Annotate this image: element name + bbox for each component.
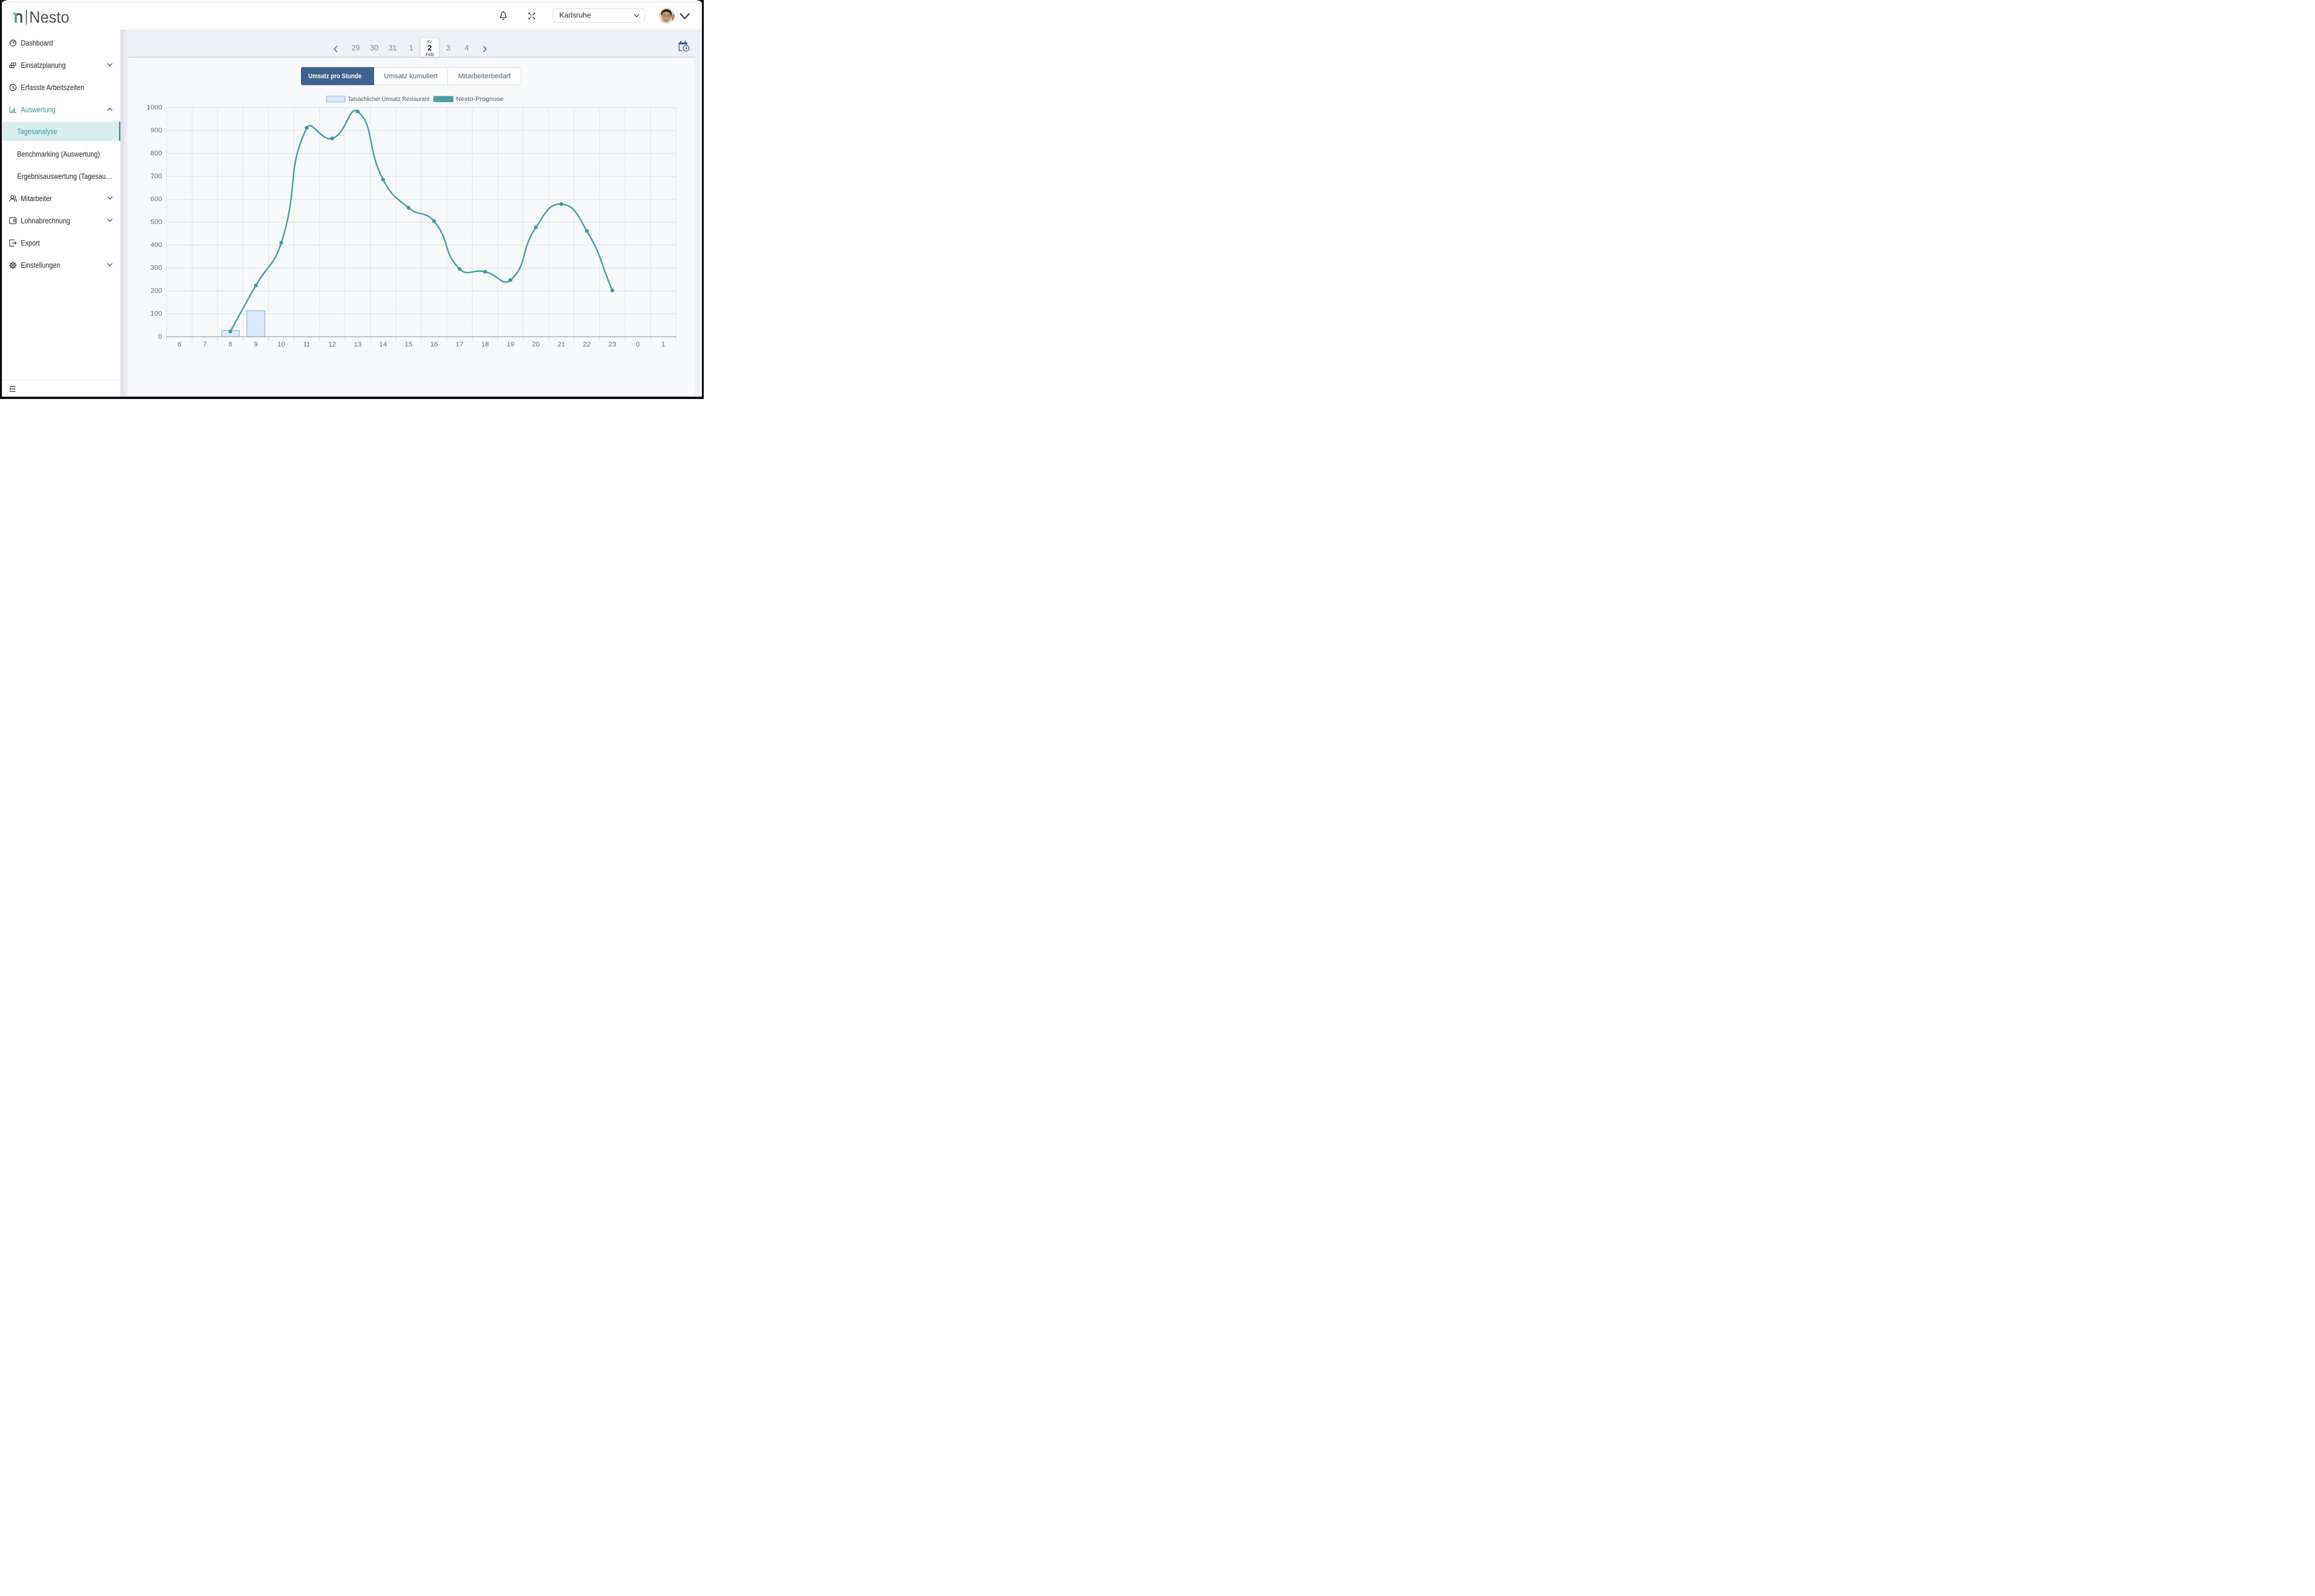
svg-text:200: 200 xyxy=(150,287,162,294)
svg-text:10: 10 xyxy=(277,341,285,349)
svg-text:19: 19 xyxy=(507,341,514,349)
svg-text:700: 700 xyxy=(150,172,162,180)
svg-text:400: 400 xyxy=(150,241,162,249)
svg-text:14: 14 xyxy=(379,341,387,349)
svg-text:1: 1 xyxy=(661,341,665,349)
svg-text:17: 17 xyxy=(456,341,463,349)
svg-text:12: 12 xyxy=(328,341,336,349)
svg-text:900: 900 xyxy=(150,126,162,134)
svg-text:18: 18 xyxy=(481,341,489,349)
svg-text:13: 13 xyxy=(354,341,362,349)
svg-text:8: 8 xyxy=(228,341,232,349)
svg-text:500: 500 xyxy=(150,218,162,226)
svg-text:800: 800 xyxy=(150,149,162,157)
svg-text:Nesto-Prognose: Nesto-Prognose xyxy=(456,96,504,102)
svg-text:300: 300 xyxy=(150,264,162,272)
svg-text:600: 600 xyxy=(150,195,162,203)
svg-text:22: 22 xyxy=(583,341,591,349)
svg-text:15: 15 xyxy=(405,341,413,349)
svg-text:20: 20 xyxy=(532,341,540,349)
svg-text:1000: 1000 xyxy=(147,103,162,111)
svg-text:23: 23 xyxy=(608,341,616,349)
svg-text:0: 0 xyxy=(158,332,162,340)
svg-text:6: 6 xyxy=(177,341,181,349)
svg-text:7: 7 xyxy=(203,341,206,349)
svg-text:16: 16 xyxy=(430,341,438,349)
svg-text:100: 100 xyxy=(150,310,162,318)
svg-text:9: 9 xyxy=(254,341,257,349)
svg-text:11: 11 xyxy=(303,341,311,349)
svg-text:0: 0 xyxy=(636,341,639,349)
svg-text:Tatsächlicher Umsatz Restauran: Tatsächlicher Umsatz Restaurant xyxy=(348,96,430,102)
svg-text:21: 21 xyxy=(557,341,565,349)
